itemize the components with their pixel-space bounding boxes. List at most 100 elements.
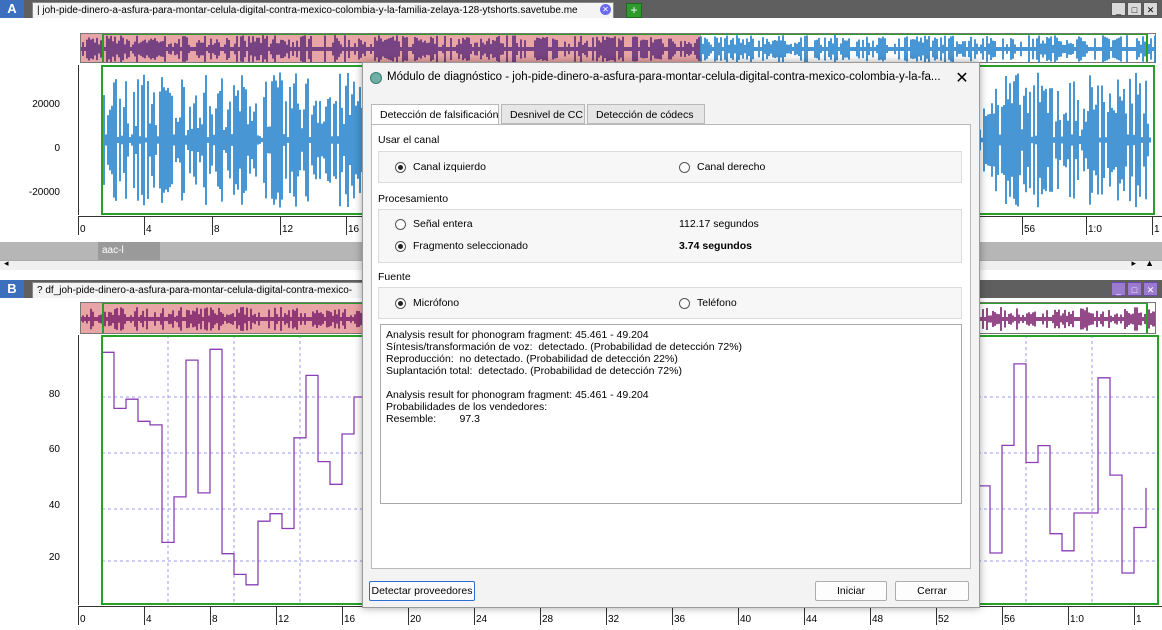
panel-a-time-tick: 1:0	[1088, 224, 1102, 235]
result-line: Probabilidades de los vendedores:	[386, 401, 548, 413]
time-tick-mark	[672, 607, 673, 625]
time-tick-mark	[804, 607, 805, 625]
panel-b-time-tick: 1	[1136, 614, 1142, 625]
time-tick-mark	[210, 607, 211, 625]
close-icon[interactable]: ✕	[953, 68, 971, 88]
panel-a-time-tick: 56	[1024, 224, 1036, 235]
tab-dc-offset[interactable]: Desnivel de CC	[501, 104, 585, 124]
scroll-right-icon[interactable]: ▸	[1131, 258, 1136, 269]
tab-codec-detection[interactable]: Detección de códecs	[587, 104, 705, 124]
time-tick-mark	[936, 607, 937, 625]
panel-a-letter: A	[0, 0, 24, 18]
panel-b-tab-title: ? df_joh-pide-dinero-a-asfura-para-monta…	[37, 285, 353, 296]
minimize-icon[interactable]: _	[1111, 2, 1126, 16]
right-channel-label[interactable]: Canal derecho	[697, 161, 765, 173]
panel-a-tab-title: | joh-pide-dinero-a-asfura-para-montar-c…	[37, 5, 578, 16]
time-tick-mark	[474, 607, 475, 625]
close-icon[interactable]: ✕	[1143, 282, 1158, 296]
close-icon[interactable]: ✕	[1143, 2, 1158, 16]
microphone-label[interactable]: Micrófono	[413, 297, 459, 309]
time-tick-mark	[738, 607, 739, 625]
time-tick-mark	[342, 607, 343, 625]
panel-a-time-tick: 0	[80, 224, 86, 235]
time-tick-mark	[1068, 607, 1069, 625]
diagnostic-module-dialog: Módulo de diagnóstico - joh-pide-dinero-…	[362, 62, 980, 608]
panel-b-time-tick: 0	[80, 614, 86, 625]
add-tab-icon[interactable]: +	[626, 3, 642, 18]
panel-a-time-tick: 8	[214, 224, 220, 235]
result-line	[386, 377, 956, 389]
minimize-icon[interactable]: _	[1111, 282, 1126, 296]
panel-b-time-tick: 56	[1004, 614, 1016, 625]
time-tick-mark	[78, 607, 79, 625]
panel-a-window-controls: _ □ ✕	[1111, 2, 1158, 16]
result-line: Suplantación total: detectado. (Probabil…	[386, 365, 682, 377]
panel-b-time-tick: 32	[608, 614, 620, 625]
maximize-icon[interactable]: □	[1127, 2, 1142, 16]
panel-b-time-tick: 48	[872, 614, 884, 625]
phone-label[interactable]: Teléfono	[697, 297, 737, 309]
maximize-icon[interactable]: □	[1127, 282, 1142, 296]
close-tab-icon[interactable]: ✕	[600, 4, 611, 15]
tab-panel-spoofing: Usar el canal Canal izquierdo Canal dere…	[371, 124, 971, 569]
panel-b-window-controls: _ □ ✕	[1111, 282, 1158, 296]
left-channel-radio[interactable]	[395, 162, 406, 173]
whole-signal-duration: 112.17 segundos	[679, 218, 759, 230]
panel-a-time-tick: 1	[1154, 224, 1160, 235]
panel-b-ytick: 80	[48, 389, 60, 400]
panel-b-time-tick: 28	[542, 614, 554, 625]
scroll-left-icon[interactable]: ◂	[4, 258, 9, 269]
panel-a-time-tick: 16	[348, 224, 360, 235]
time-tick-mark	[1002, 607, 1003, 625]
time-tick-mark	[408, 607, 409, 625]
close-button[interactable]: Cerrar	[895, 581, 969, 601]
whole-signal-label[interactable]: Señal entera	[413, 218, 473, 230]
selected-fragment-radio[interactable]	[395, 241, 406, 252]
panel-b-time-tick: 52	[938, 614, 950, 625]
panel-b-file-tab[interactable]: ? df_joh-pide-dinero-a-asfura-para-monta…	[32, 282, 364, 298]
panel-b-time-tick: 24	[476, 614, 488, 625]
panel-a-overview[interactable]	[80, 33, 1156, 63]
selected-fragment-label[interactable]: Fragmento seleccionado	[413, 240, 528, 252]
source-section-label: Fuente	[378, 271, 411, 283]
panel-b-time-tick: 12	[278, 614, 290, 625]
channel-section-label: Usar el canal	[378, 134, 440, 146]
phone-radio[interactable]	[679, 298, 690, 309]
panel-b-ytick: 60	[48, 444, 60, 455]
panel-b-time-tick: 16	[344, 614, 356, 625]
panel-b-time-tick: 36	[674, 614, 686, 625]
panel-a-ytick: 0	[54, 143, 60, 154]
panel-b-time-axis: 0 4 8 12 16 20 24 28 32 36 40 44 48 52 56 1:0 1	[78, 606, 1162, 629]
panel-b-y-axis	[0, 335, 79, 605]
scroll-up-icon[interactable]: ▲	[1145, 258, 1154, 268]
panel-b-time-tick: 40	[740, 614, 752, 625]
panel-a-overview-wave	[81, 34, 1155, 62]
app-icon	[370, 72, 382, 84]
result-line: Síntesis/transformación de voz: detectad…	[386, 341, 743, 353]
microphone-radio[interactable]	[395, 298, 406, 309]
selected-fragment-duration: 3.74 segundos	[679, 240, 752, 252]
panel-b-time-tick: 20	[410, 614, 422, 625]
time-tick-mark	[276, 607, 277, 625]
channel-group: Canal izquierdo Canal derecho	[378, 151, 962, 183]
start-button[interactable]: Iniciar	[815, 581, 887, 601]
panel-b-ytick: 40	[48, 500, 60, 511]
tab-spoofing-detection[interactable]: Detección de falsificación	[371, 104, 499, 125]
left-channel-label[interactable]: Canal izquierdo	[413, 161, 486, 173]
time-tick-mark	[870, 607, 871, 625]
whole-signal-radio[interactable]	[395, 219, 406, 230]
panel-b-time-tick: 44	[806, 614, 818, 625]
time-tick-mark	[1134, 607, 1135, 625]
analysis-results-box[interactable]: Analysis result for phonogram fragment: …	[380, 324, 962, 504]
panel-b-time-tick: 4	[146, 614, 152, 625]
processing-group: Señal entera 112.17 segundos Fragmento s…	[378, 209, 962, 263]
right-channel-radio[interactable]	[679, 162, 690, 173]
dialog-titlebar[interactable]: Módulo de diagnóstico - joh-pide-dinero-…	[363, 63, 979, 93]
panel-a-time-tick: 12	[282, 224, 294, 235]
panel-a-file-tab[interactable]: | joh-pide-dinero-a-asfura-para-montar-c…	[32, 2, 614, 18]
result-line: Resemble: 97.3	[386, 413, 480, 425]
panel-b-time-tick: 8	[212, 614, 218, 625]
detect-vendors-button[interactable]: Detectar proveedores	[369, 581, 475, 601]
panel-b-ytick: 20	[48, 552, 60, 563]
time-tick-mark	[540, 607, 541, 625]
